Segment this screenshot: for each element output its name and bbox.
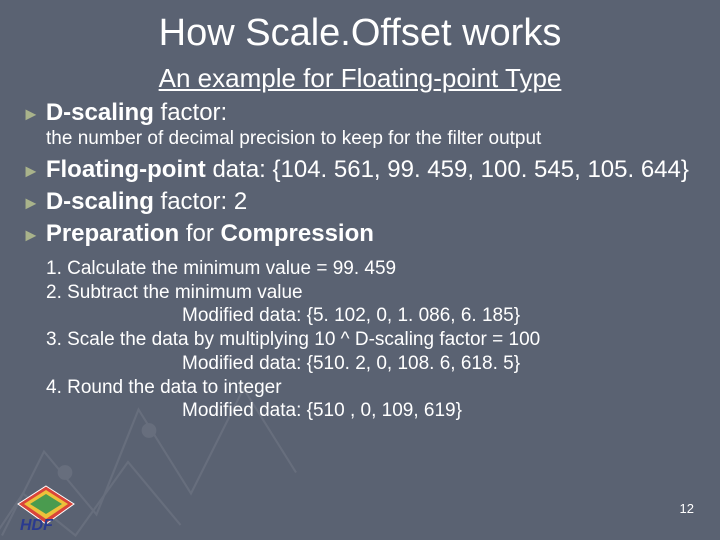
bullet-marker-icon: ► xyxy=(22,162,40,180)
bullet-text: D-scaling factor: 2 xyxy=(46,187,247,217)
bullet-marker-icon: ► xyxy=(22,105,40,123)
step-1: 1. Calculate the minimum value = 99. 459 xyxy=(46,257,698,281)
svg-text:HDF: HDF xyxy=(20,517,54,532)
step-2-detail: Modified data: {5. 102, 0, 1. 086, 6. 18… xyxy=(182,304,698,328)
bullet-text: Floating-point data: {104. 561, 99. 459,… xyxy=(46,155,689,185)
slide-subtitle: An example for Floating-point Type xyxy=(22,63,698,94)
bullet-floating-point-data: ► Floating-point data: {104. 561, 99. 45… xyxy=(22,155,698,185)
bullet-description: the number of decimal precision to keep … xyxy=(46,128,698,151)
page-number: 12 xyxy=(680,501,694,516)
bullet-marker-icon: ► xyxy=(22,194,40,212)
step-4: 4. Round the data to integer xyxy=(46,376,698,400)
bullet-marker-icon: ► xyxy=(22,226,40,244)
step-3: 3. Scale the data by multiplying 10 ^ D-… xyxy=(46,328,698,352)
bullet-dscaling-factor-2: ► D-scaling factor: 2 xyxy=(22,187,698,217)
step-2: 2. Subtract the minimum value xyxy=(46,281,698,305)
step-3-detail: Modified data: {510. 2, 0, 108. 6, 618. … xyxy=(182,352,698,376)
bullet-text: Preparation for Compression xyxy=(46,219,374,249)
bullet-preparation: ► Preparation for Compression xyxy=(22,219,698,249)
hdf-logo: HDF xyxy=(12,484,80,532)
bullet-dscaling-factor: ► D-scaling factor: xyxy=(22,98,698,128)
slide: How Scale.Offset works An example for Fl… xyxy=(0,0,720,540)
slide-title: How Scale.Offset works xyxy=(22,12,698,55)
step-4-detail: Modified data: {510 , 0, 109, 619} xyxy=(182,399,698,423)
bullet-text: D-scaling factor: xyxy=(46,98,227,128)
